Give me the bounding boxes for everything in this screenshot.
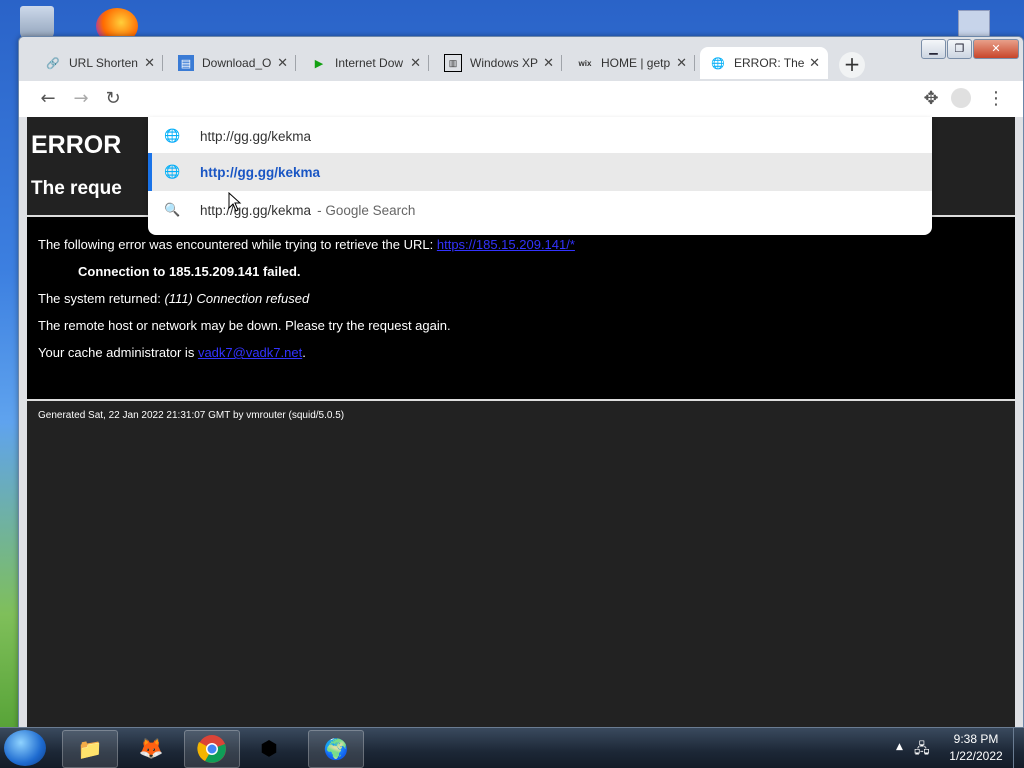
error-subtitle: The reque xyxy=(31,178,122,199)
tab-title: Windows XP xyxy=(470,56,539,70)
tray-expand-icon[interactable]: ▲ xyxy=(896,742,903,752)
firefox-taskbar-icon[interactable]: 🦊 xyxy=(124,730,178,766)
system-tray: ▲ 🖧 9:38 PM 1/22/2022 xyxy=(874,728,1024,768)
taskbar: 📁 🦊 ⬢ 🌍 ▲ 🖧 9:38 PM 1/22/2022 xyxy=(0,727,1024,768)
back-arrow-icon[interactable]: ← xyxy=(37,88,59,110)
suggestion-search[interactable]: 🔍 http://gg.gg/kekma - Google Search xyxy=(148,191,932,229)
chrome-taskbar-icon[interactable] xyxy=(184,730,240,768)
close-window-button[interactable]: ✕ xyxy=(973,39,1019,59)
tab-download[interactable]: ▤ Download_O ✕ xyxy=(168,47,296,79)
chart-icon: ▤ xyxy=(178,55,194,71)
tab-url-shortener[interactable]: 🔗 URL Shorten ✕ xyxy=(35,47,163,79)
error-line-connection: Connection to 185.15.209.141 failed. xyxy=(78,264,301,279)
link-icon: 🔗 xyxy=(46,57,60,70)
minimize-button[interactable]: ▁ xyxy=(921,39,946,59)
maximize-button[interactable]: ❐ xyxy=(947,39,972,59)
error-line-url: The following error was encountered whil… xyxy=(38,237,575,252)
close-icon[interactable]: ✕ xyxy=(410,55,421,71)
globe-icon: 🌐 xyxy=(164,164,181,179)
tab-home-getp[interactable]: wix HOME | getp ✕ xyxy=(567,47,695,79)
wix-icon: wix xyxy=(578,58,592,68)
profile-avatar-icon[interactable] xyxy=(951,88,971,108)
close-icon[interactable]: ✕ xyxy=(809,55,820,71)
close-icon[interactable]: ✕ xyxy=(144,55,155,71)
clock-date[interactable]: 1/22/2022 xyxy=(944,749,1008,763)
show-desktop-button[interactable] xyxy=(1013,728,1024,768)
tab-windows-xp[interactable]: ▥ Windows XP ✕ xyxy=(434,47,562,79)
tab-internet-download[interactable]: ▶ Internet Dow ✕ xyxy=(301,47,429,79)
archive-icon: ▥ xyxy=(444,54,462,72)
virtualbox-taskbar-icon[interactable]: ⬢ xyxy=(242,730,296,766)
reload-icon[interactable]: ↻ xyxy=(102,88,124,110)
globe-icon: 🌐 xyxy=(164,128,181,143)
recycle-bin-icon[interactable] xyxy=(20,6,54,40)
mouse-cursor-icon xyxy=(228,192,242,212)
start-button[interactable] xyxy=(4,730,46,766)
close-icon[interactable]: ✕ xyxy=(543,55,554,71)
play-icon: ▶ xyxy=(314,57,324,70)
tab-strip: 🔗 URL Shorten ✕ ▤ Download_O ✕ ▶ Interne… xyxy=(19,37,1023,81)
admin-email-link[interactable]: vadk7@vadk7.net xyxy=(198,345,302,360)
error-line-remote: The remote host or network may be down. … xyxy=(38,318,451,333)
tab-title: ERROR: The xyxy=(734,56,805,70)
tab-title: Internet Dow xyxy=(335,56,404,70)
close-icon[interactable]: ✕ xyxy=(676,55,687,71)
toolbar: ← → ↻ ✥ ⋮ xyxy=(19,81,1023,117)
tab-title: URL Shorten xyxy=(69,56,138,70)
address-bar-input[interactable]: 🌐 http://gg.gg/kekma xyxy=(148,117,932,155)
omnibox-dropdown[interactable]: 🌐 http://gg.gg/kekma 🌐 http://gg.gg/kekm… xyxy=(148,117,932,235)
explorer-taskbar-icon[interactable]: 📁 xyxy=(62,730,118,768)
error-title: ERROR xyxy=(31,131,122,159)
tab-error[interactable]: 🌐 ERROR: The ✕ xyxy=(700,47,828,79)
generated-footer: Generated Sat, 22 Jan 2022 21:31:07 GMT … xyxy=(38,410,345,421)
network-icon[interactable]: 🖧 xyxy=(914,738,930,762)
suggestion-url[interactable]: 🌐 http://gg.gg/kekma xyxy=(148,153,932,191)
search-icon: 🔍 xyxy=(164,202,181,217)
tab-title: HOME | getp xyxy=(601,56,671,70)
tab-title: Download_O xyxy=(202,56,272,70)
new-tab-button[interactable]: + xyxy=(839,52,865,78)
browser-window: 🔗 URL Shorten ✕ ▤ Download_O ✕ ▶ Interne… xyxy=(18,36,1024,732)
forward-arrow-icon[interactable]: → xyxy=(70,88,92,110)
globe-icon: 🌐 xyxy=(711,57,725,70)
clock-time[interactable]: 9:38 PM xyxy=(944,732,1008,746)
error-line-admin: Your cache administrator is vadk7@vadk7.… xyxy=(38,345,306,360)
error-details: The following error was encountered whil… xyxy=(27,215,1015,401)
extensions-puzzle-icon[interactable]: ✥ xyxy=(920,88,942,110)
error-url-link[interactable]: https://185.15.209.141/* xyxy=(437,237,575,252)
close-icon[interactable]: ✕ xyxy=(277,55,288,71)
menu-kebab-icon[interactable]: ⋮ xyxy=(985,88,1007,110)
error-line-system: The system returned: (111) Connection re… xyxy=(38,291,310,306)
internet-download-manager-taskbar-icon[interactable]: 🌍 xyxy=(308,730,364,768)
